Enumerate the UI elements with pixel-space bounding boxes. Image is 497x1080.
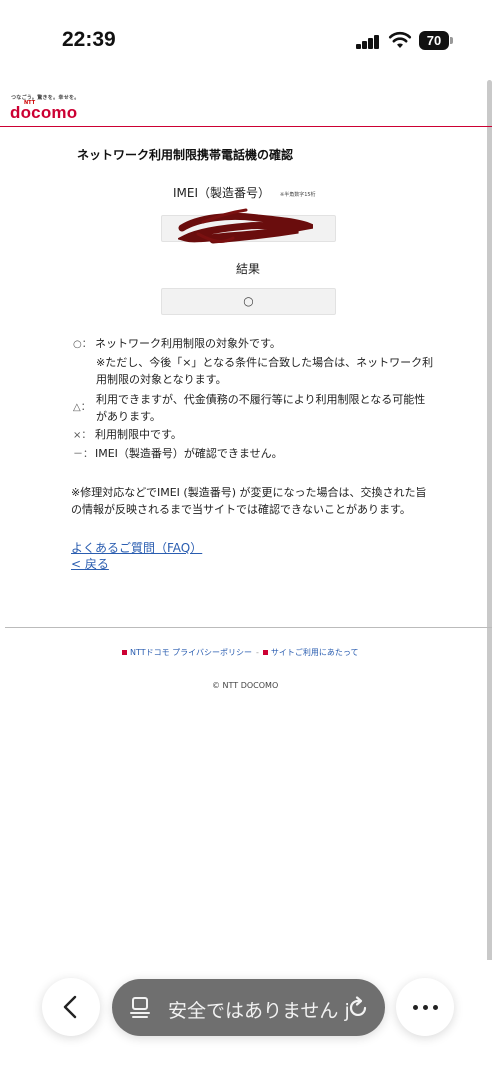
legend-text: 利用制限中です。 [95,428,182,441]
bullet-icon [262,650,268,655]
legend-text: ネットワーク利用制限の対象外です。 [95,337,281,350]
more-dot-icon [423,1005,428,1010]
docomo-tagline: つなごう。驚きを。幸せを。 [11,95,80,101]
legend-item-circle: ○： ネットワーク利用制限の対象外です。 [73,335,281,353]
legend-text: 利用できますが、代金債務の不履行等により利用制限となる可能性があります。 [96,393,426,423]
result-label: 結果 [236,262,261,276]
page-menu-icon[interactable] [130,996,152,1018]
footer-separator: - [256,648,259,657]
docomo-logo[interactable]: docomo [10,103,77,123]
page-title: ネットワーク利用制限携帯電話機の確認 [77,148,294,162]
address-bar-text[interactable]: 安全ではありません jp [168,996,348,1023]
browser-toolbar: 安全ではありません jp [0,960,497,1080]
reload-icon[interactable] [346,995,370,1019]
imei-format-note: ※半角数字15桁 [280,192,316,198]
bullet-icon [122,650,127,655]
legend-item-triangle: △： 利用できますが、代金債務の不履行等により利用制限となる可能性があります。 [73,391,433,425]
privacy-policy-link[interactable]: NTTドコモ プライバシーポリシー [130,648,252,657]
copyright: © NTT DOCOMO [212,681,279,690]
site-terms-link[interactable]: サイトご利用にあたって [271,648,359,657]
imei-change-note: ※修理対応などでIMEI (製造番号) が変更になった場合は、交換された旨の情報… [71,486,427,516]
cellular-signal-icon [356,33,382,49]
more-options-button[interactable] [396,978,454,1036]
clock: 22:39 [62,28,116,51]
faq-link[interactable]: よくあるご質問（FAQ） [71,539,202,556]
footer-links: NTTドコモ プライバシーポリシー - サイトご利用にあたって [122,647,359,658]
header-divider [0,126,492,127]
wifi-icon [388,31,412,48]
legend-mark: △： [73,402,91,413]
legend-mark: ○： [73,339,92,350]
footer-divider [5,627,492,628]
legend-mark: ×： [73,430,92,441]
legend-item-cross: ×： 利用制限中です。 [73,426,182,444]
legend-text: IMEI（製造番号）が確認できません。 [95,447,283,460]
result-field: ○ [161,288,336,315]
battery-tip [450,37,453,44]
imei-label: IMEI（製造番号） [173,186,271,200]
battery-icon: 70 [419,31,449,50]
address-bar[interactable]: 安全ではありません jp [112,979,385,1036]
legend-circle-note: ※ただし、今後「×」となる条件に合致した場合は、ネットワーク利用制限の対象となり… [96,356,434,386]
chevron-left-icon [63,995,77,1019]
browser-back-button[interactable] [42,978,100,1036]
scrollbar[interactable] [487,80,492,985]
more-dot-icon [433,1005,438,1010]
more-dot-icon [413,1005,418,1010]
legend-item-dash: －： IMEI（製造番号）が確認できません。 [73,445,283,463]
legend-mark: －： [73,449,93,460]
web-page: つなごう。驚きを。幸せを。 NTT docomo ネットワーク利用制限携帯電話機… [0,80,497,985]
redaction-scribble [178,208,313,244]
status-bar: 22:39 70 [0,0,497,80]
back-link[interactable]: < 戻る [71,555,109,572]
